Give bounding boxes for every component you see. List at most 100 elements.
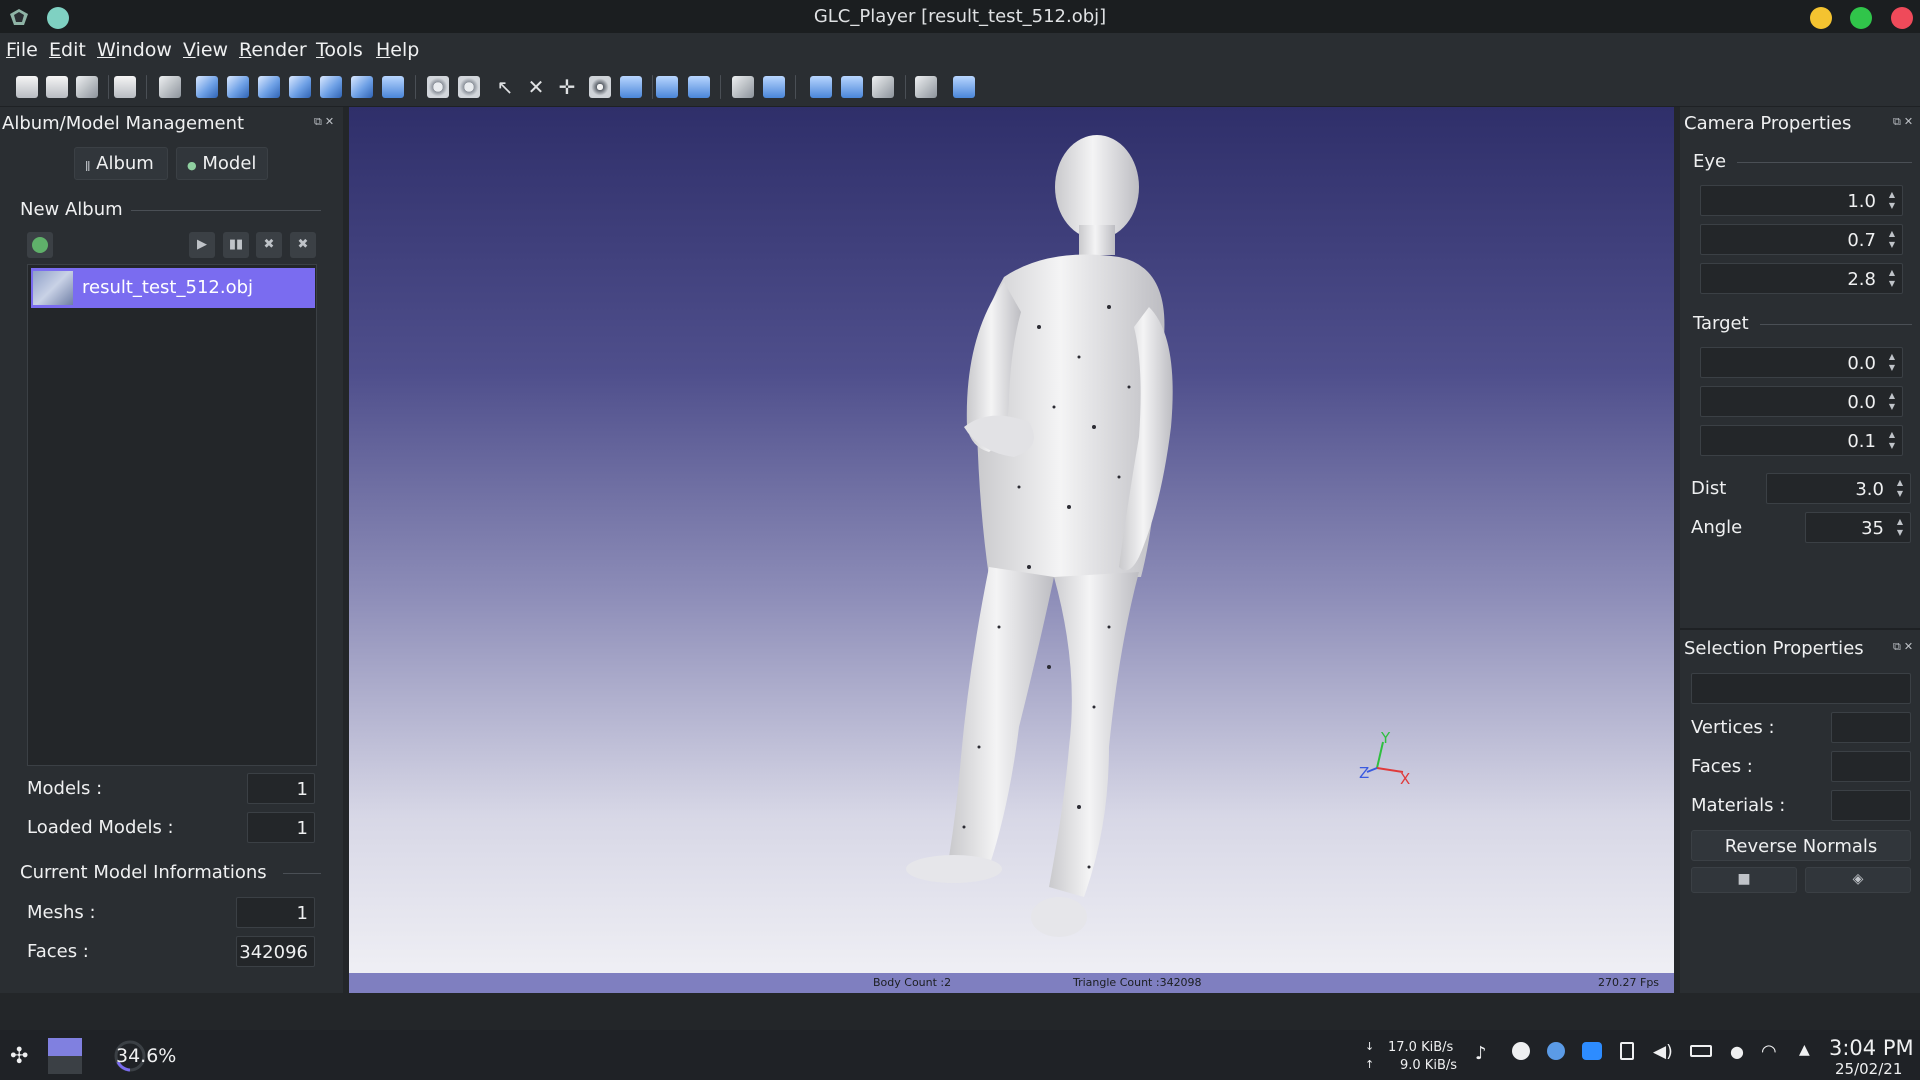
main-toolbar: ↖ ✕ ✛	[0, 67, 1920, 107]
clipboard-icon[interactable]	[1620, 1042, 1634, 1060]
top-view-icon[interactable]	[289, 76, 311, 98]
target-z-field[interactable]: 0.1 ▲ ▼	[1700, 425, 1903, 456]
add-model-icon[interactable]	[27, 232, 53, 258]
rear-view-icon[interactable]	[382, 76, 404, 98]
maximize-button[interactable]	[1850, 7, 1872, 29]
new-album-icon[interactable]	[16, 76, 38, 98]
materials-label: Materials :	[1691, 795, 1786, 816]
left-view-icon[interactable]	[258, 76, 280, 98]
eye-x-field[interactable]: 1.0 ▲ ▼	[1700, 185, 1903, 216]
print-icon[interactable]	[915, 76, 937, 98]
album-list[interactable]: result_test_512.obj	[27, 264, 317, 766]
selection-dock-icons[interactable]: ⧉✕	[1893, 640, 1916, 654]
spin-arrows-icon[interactable]: ▲ ▼	[1885, 267, 1899, 290]
save-icon[interactable]	[76, 76, 98, 98]
remove-all-icon[interactable]: ✖	[290, 232, 316, 258]
dock-float-close-icon[interactable]: ⧉✕	[314, 115, 337, 129]
camera-properties-title: Camera Properties	[1684, 113, 1852, 134]
reverse-normals-button[interactable]: Reverse Normals	[1691, 830, 1911, 861]
window-title: GLC_Player [result_test_512.obj]	[813, 6, 1107, 27]
orbit-icon[interactable]: ✕	[525, 76, 547, 98]
front-view-icon[interactable]	[227, 76, 249, 98]
tab-model[interactable]: ● Model	[176, 147, 268, 180]
3d-viewport[interactable]: Y Z X	[349, 107, 1674, 993]
spin-arrows-icon[interactable]: ▲ ▼	[1893, 516, 1907, 539]
sel-faces-value	[1831, 751, 1911, 782]
target-y-field[interactable]: 0.0 ▲ ▼	[1700, 386, 1903, 417]
spin-arrows-icon[interactable]: ▲ ▼	[1885, 429, 1899, 452]
eye-z-field[interactable]: 2.8 ▲ ▼	[1700, 263, 1903, 294]
open-file-icon[interactable]	[114, 76, 136, 98]
album-tab-icon: ǁ	[85, 159, 91, 172]
target-x-field[interactable]: 0.0 ▲ ▼	[1700, 347, 1903, 378]
sphere-rotate-icon[interactable]	[589, 76, 611, 98]
axis-y-label: Y	[1381, 729, 1391, 747]
eye-y-field[interactable]: 0.7 ▲ ▼	[1700, 224, 1903, 255]
multi-select-icon[interactable]	[458, 76, 480, 98]
tab-album[interactable]: ǁ Album	[74, 147, 168, 180]
stop-icon[interactable]: ▮▮	[223, 232, 249, 258]
spin-arrows-icon[interactable]: ▲ ▼	[1885, 189, 1899, 212]
right-view-icon[interactable]	[351, 76, 373, 98]
zoom-window-icon[interactable]	[620, 76, 642, 98]
list-item[interactable]: result_test_512.obj	[31, 268, 315, 308]
menu-view[interactable]: View	[183, 39, 228, 61]
tray-expand-icon[interactable]: ▲	[1799, 1042, 1810, 1058]
zoom-in-icon[interactable]	[656, 76, 678, 98]
models-value: 1	[247, 773, 315, 804]
material-icon-button[interactable]: ■	[1691, 867, 1797, 893]
faces-label: Faces :	[27, 941, 89, 962]
play-icon[interactable]: ▶	[189, 232, 215, 258]
open-icon[interactable]	[46, 76, 68, 98]
hide-icon[interactable]	[872, 76, 894, 98]
background-icon[interactable]	[763, 76, 785, 98]
list-item-name: result_test_512.obj	[82, 277, 254, 298]
check-icon[interactable]	[1512, 1042, 1530, 1060]
loaded-models-value: 1	[247, 812, 315, 843]
properties-icon[interactable]	[953, 76, 975, 98]
dist-field[interactable]: 3.0 ▲ ▼	[1766, 473, 1911, 504]
spin-arrows-icon[interactable]: ▲ ▼	[1893, 477, 1907, 500]
angle-field[interactable]: 35 ▲ ▼	[1805, 512, 1911, 543]
menu-edit[interactable]: Edit	[49, 39, 86, 61]
clock-time[interactable]: 3:04 PM	[1829, 1036, 1914, 1060]
shaded-icon[interactable]	[732, 76, 754, 98]
pager-widget[interactable]	[48, 1038, 82, 1074]
panel-title-album: Album/Model Management	[2, 113, 245, 134]
battery-icon[interactable]	[1690, 1045, 1712, 1057]
bottom-view-icon[interactable]	[320, 76, 342, 98]
vertices-label: Vertices :	[1691, 717, 1775, 738]
menu-render[interactable]: Render	[239, 39, 307, 61]
angle-label: Angle	[1691, 517, 1743, 538]
texture-icon-button[interactable]: ◈	[1805, 867, 1911, 893]
select-mode-icon[interactable]	[427, 76, 449, 98]
menu-tools[interactable]: Tools	[316, 39, 363, 61]
menu-help[interactable]: Help	[376, 39, 419, 61]
app-launcher-icon[interactable]: ✣	[10, 1044, 28, 1069]
wifi-icon[interactable]: ◠	[1761, 1041, 1777, 1062]
close-button[interactable]	[1891, 7, 1913, 29]
snapshot-icon[interactable]	[841, 76, 863, 98]
browser-icon[interactable]	[1547, 1042, 1565, 1060]
zoom-icon[interactable]	[1582, 1042, 1602, 1060]
iso-view-icon[interactable]	[196, 76, 218, 98]
zoom-out-icon[interactable]	[688, 76, 710, 98]
camera-icon[interactable]	[159, 76, 181, 98]
spin-arrows-icon[interactable]: ▲ ▼	[1885, 351, 1899, 374]
microphone-icon[interactable]: ●	[1730, 1042, 1744, 1061]
remove-icon[interactable]: ✖	[256, 232, 282, 258]
materials-value	[1831, 790, 1911, 821]
pan-icon[interactable]: ✛	[556, 76, 578, 98]
volume-icon[interactable]: ◀)	[1653, 1042, 1673, 1062]
minimize-button[interactable]	[1810, 7, 1832, 29]
shader-icon[interactable]	[810, 76, 832, 98]
notifications-icon[interactable]: ♪	[1475, 1043, 1487, 1064]
pointer-icon[interactable]: ↖	[494, 76, 516, 98]
menu-file[interactable]: File	[6, 39, 38, 61]
menu-window[interactable]: Window	[97, 39, 172, 61]
spin-arrows-icon[interactable]: ▲ ▼	[1885, 228, 1899, 251]
clock-date[interactable]: 25/02/21	[1835, 1060, 1902, 1078]
spin-arrows-icon[interactable]: ▲ ▼	[1885, 390, 1899, 413]
body-count: Body Count :2	[873, 976, 952, 989]
camera-dock-icons[interactable]: ⧉✕	[1893, 115, 1916, 129]
